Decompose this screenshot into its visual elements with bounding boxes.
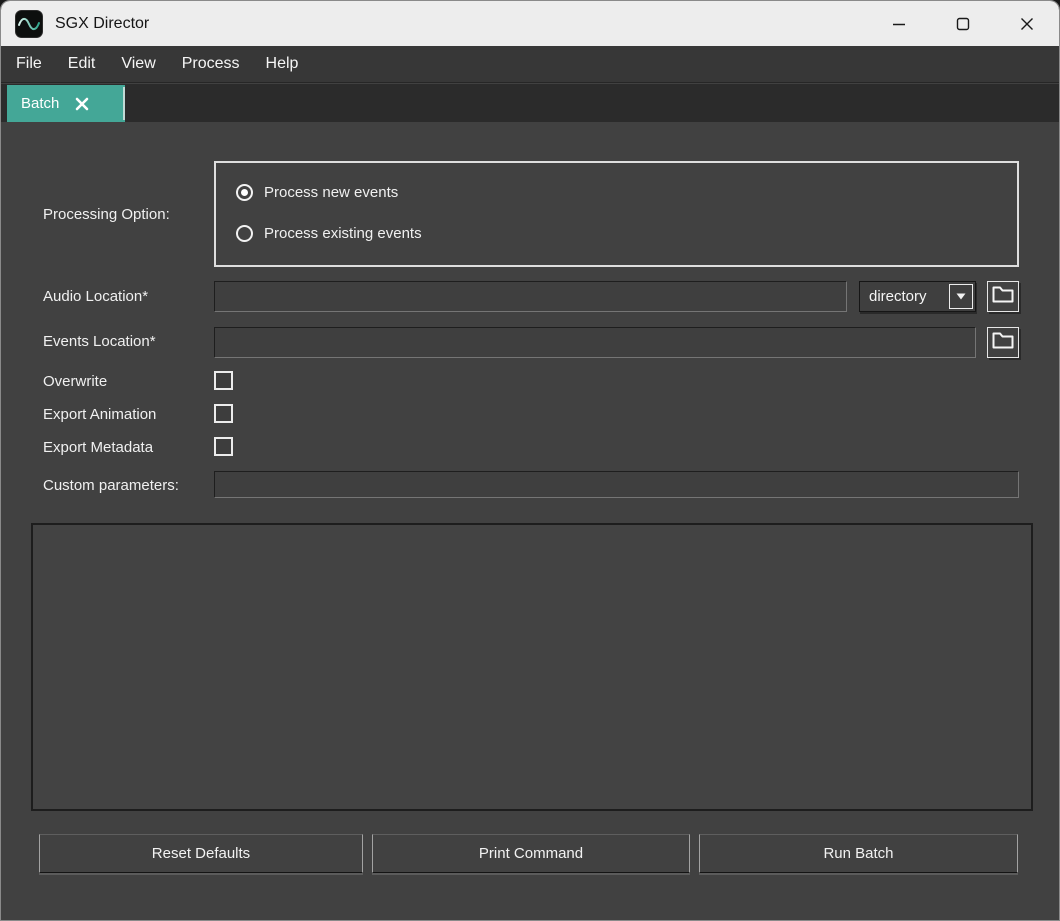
radio-process-new-events[interactable]: Process new events <box>236 184 398 201</box>
chevron-down-icon <box>949 284 973 309</box>
processing-option-label: Processing Option: <box>43 206 170 223</box>
radio-label: Process new events <box>264 184 398 201</box>
processing-option-group: Process new events Process existing even… <box>214 161 1019 267</box>
menu-item-help[interactable]: Help <box>253 48 312 80</box>
menu-item-view[interactable]: View <box>108 48 168 80</box>
radio-icon <box>236 225 253 242</box>
custom-parameters-input[interactable] <box>214 471 1019 498</box>
audio-location-input[interactable] <box>214 281 847 312</box>
radio-icon <box>236 184 253 201</box>
browse-audio-button[interactable] <box>987 281 1019 312</box>
export-animation-checkbox[interactable] <box>214 404 233 423</box>
batch-panel: Processing Option: Process new events Pr… <box>1 122 1059 920</box>
custom-parameters-label: Custom parameters: <box>43 477 179 494</box>
tab-close-icon[interactable] <box>75 97 89 111</box>
overwrite-checkbox[interactable] <box>214 371 233 390</box>
tab-batch[interactable]: Batch <box>7 85 125 122</box>
tabbar: Batch <box>1 84 1059 122</box>
radio-process-existing-events[interactable]: Process existing events <box>236 225 422 242</box>
export-metadata-checkbox[interactable] <box>214 437 233 456</box>
tab-batch-label: Batch <box>21 95 59 112</box>
radio-label: Process existing events <box>264 225 422 242</box>
menu-item-file[interactable]: File <box>3 48 55 80</box>
titlebar: SGX Director <box>1 1 1059 46</box>
audio-path-type-value: directory <box>860 288 949 305</box>
maximize-button[interactable] <box>931 1 995 46</box>
menu-item-edit[interactable]: Edit <box>55 48 109 80</box>
app-logo-icon <box>15 10 43 38</box>
close-button[interactable] <box>995 1 1059 46</box>
audio-location-label: Audio Location* <box>43 288 148 305</box>
output-log-area[interactable] <box>31 523 1033 811</box>
run-batch-button[interactable]: Run Batch <box>699 834 1018 873</box>
export-metadata-label: Export Metadata <box>43 439 153 456</box>
folder-icon <box>992 286 1014 308</box>
minimize-button[interactable] <box>867 1 931 46</box>
menu-item-process[interactable]: Process <box>169 48 253 80</box>
folder-icon <box>992 332 1014 354</box>
app-window: SGX Director File Edit View Process Help… <box>0 0 1060 921</box>
overwrite-label: Overwrite <box>43 373 107 390</box>
browse-events-button[interactable] <box>987 327 1019 358</box>
reset-defaults-button[interactable]: Reset Defaults <box>39 834 363 873</box>
events-location-label: Events Location* <box>43 333 156 350</box>
export-animation-label: Export Animation <box>43 406 156 423</box>
print-command-button[interactable]: Print Command <box>372 834 690 873</box>
events-location-input[interactable] <box>214 327 976 358</box>
window-controls <box>867 1 1059 46</box>
window-title: SGX Director <box>55 15 149 33</box>
audio-path-type-select[interactable]: directory <box>859 281 976 312</box>
menubar: File Edit View Process Help <box>1 46 1059 83</box>
